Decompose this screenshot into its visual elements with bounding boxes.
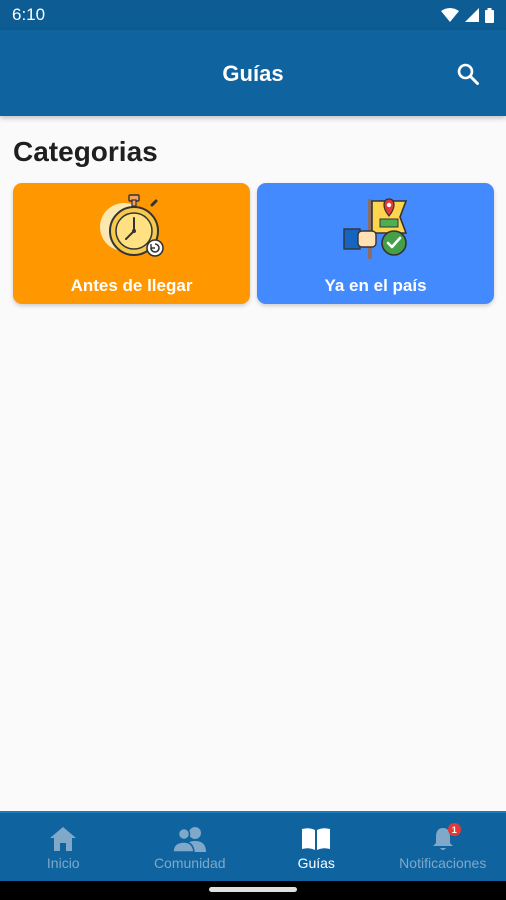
bell-icon: 1 bbox=[431, 823, 461, 853]
wifi-icon bbox=[441, 8, 459, 22]
app-bar: Guías bbox=[0, 30, 506, 116]
search-button[interactable] bbox=[454, 60, 482, 88]
notification-badge: 1 bbox=[447, 823, 461, 836]
status-bar: 6:10 bbox=[0, 0, 506, 30]
home-icon bbox=[49, 825, 77, 853]
nav-item-notificaciones[interactable]: 1 Notificaciones bbox=[380, 813, 506, 881]
page-title: Guías bbox=[222, 61, 284, 86]
system-navigation-bar bbox=[0, 881, 506, 900]
battery-icon bbox=[485, 7, 494, 23]
category-label: Antes de llegar bbox=[70, 276, 193, 295]
search-icon bbox=[457, 63, 479, 85]
section-title: Categorias bbox=[13, 136, 158, 167]
nav-label-guias: Guías bbox=[297, 855, 335, 871]
stopwatch-icon bbox=[13, 193, 250, 261]
people-icon bbox=[172, 825, 207, 853]
category-card-ya-en-el-pais[interactable]: Ya en el país bbox=[257, 183, 494, 304]
nav-label-notificaciones: Notificaciones bbox=[399, 855, 487, 871]
status-time: 6:10 bbox=[12, 5, 46, 24]
category-card-antes-de-llegar[interactable]: Antes de llegar bbox=[13, 183, 250, 304]
nav-label-comunidad: Comunidad bbox=[153, 855, 226, 871]
book-icon bbox=[301, 825, 331, 853]
bottom-navigation: Inicio Comunidad Guías 1 Notificaciones bbox=[0, 811, 506, 881]
nav-item-guias[interactable]: Guías bbox=[253, 813, 380, 881]
nav-item-comunidad[interactable]: Comunidad bbox=[127, 813, 254, 881]
signal-icon bbox=[465, 8, 479, 22]
category-label: Ya en el país bbox=[324, 276, 427, 295]
status-icons bbox=[441, 7, 494, 23]
home-indicator[interactable] bbox=[209, 887, 297, 892]
flag-check-icon bbox=[257, 193, 494, 261]
nav-label-inicio: Inicio bbox=[46, 855, 80, 871]
nav-item-inicio[interactable]: Inicio bbox=[0, 813, 127, 881]
